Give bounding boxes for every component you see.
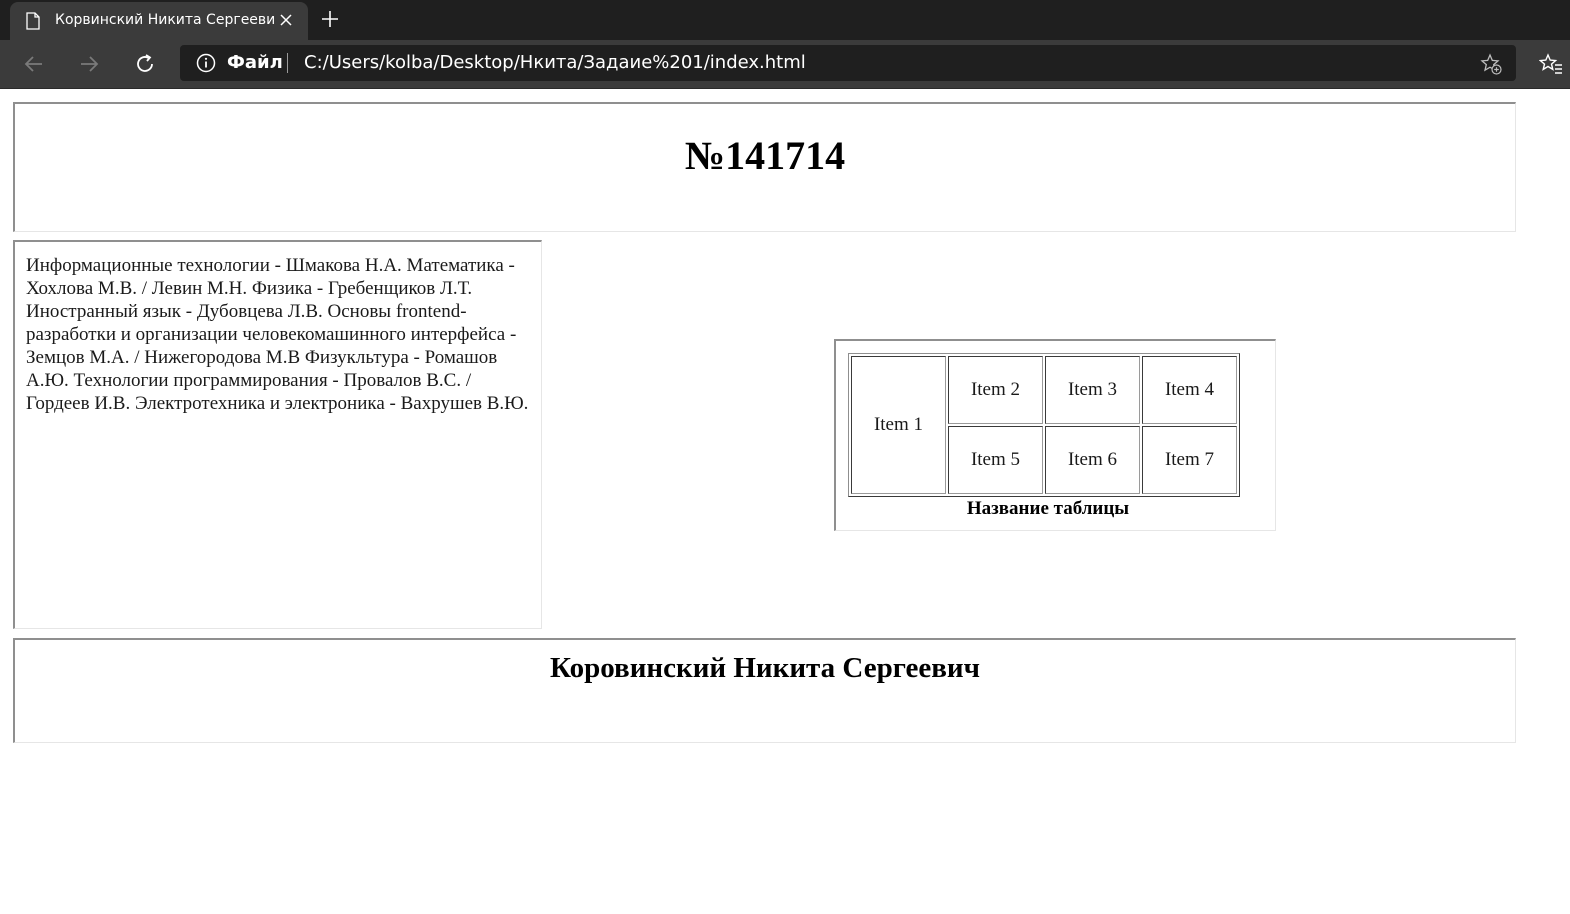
items-table: Item 1 Item 2 Item 3 Item 4 Item 5 Item … [848, 353, 1240, 497]
table-cell-item-3: Item 3 [1045, 356, 1140, 424]
table-cell-item-7: Item 7 [1142, 426, 1237, 494]
add-favorite-icon[interactable] [1480, 53, 1502, 75]
url-text[interactable]: C:/Users/kolba/Desktop/Нкита/Задаие%201/… [304, 52, 806, 73]
tab-strip: Корвинский Никита Сергеевич [0, 0, 1570, 40]
favorites-icon[interactable] [1539, 52, 1563, 76]
subjects-text: Информационные технологии - Шмакова Н.А.… [26, 255, 529, 414]
back-arrow-icon[interactable] [22, 52, 46, 76]
browser-tab[interactable]: Корвинский Никита Сергеевич [10, 2, 308, 40]
table-row: Item 1 Item 2 Item 3 Item 4 [851, 356, 1237, 494]
table-caption: Название таблицы [966, 498, 1130, 519]
table-cell-item-4: Item 4 [1142, 356, 1237, 424]
plus-icon[interactable] [321, 10, 339, 28]
author-name: Коровинский Никита Сергеевич [550, 652, 980, 684]
subjects-section: Информационные технологии - Шмакова Н.А.… [13, 240, 542, 629]
info-icon[interactable] [196, 53, 216, 73]
table-cell-item-1: Item 1 [851, 356, 946, 494]
forward-arrow-icon[interactable] [77, 52, 101, 76]
site-info-label[interactable]: Файл [227, 52, 283, 73]
footer-section: Коровинский Никита Сергеевич [13, 638, 1516, 743]
table-cell-item-5: Item 5 [948, 426, 1043, 494]
address-bar[interactable]: Файл C:/Users/kolba/Desktop/Нкита/Задаие… [180, 45, 1516, 81]
tab-title: Корвинский Никита Сергеевич [55, 12, 275, 28]
close-icon[interactable] [280, 14, 292, 26]
table-cell-item-6: Item 6 [1045, 426, 1140, 494]
header-section: №141714 [13, 102, 1516, 232]
table-section: Item 1 Item 2 Item 3 Item 4 Item 5 Item … [834, 339, 1276, 531]
page-title: №141714 [684, 133, 846, 178]
browser-toolbar: Файл C:/Users/kolba/Desktop/Нкита/Задаие… [0, 40, 1570, 89]
table-cell-item-2: Item 2 [948, 356, 1043, 424]
reload-icon[interactable] [133, 52, 157, 76]
address-divider [287, 53, 288, 73]
page-icon [26, 12, 40, 30]
